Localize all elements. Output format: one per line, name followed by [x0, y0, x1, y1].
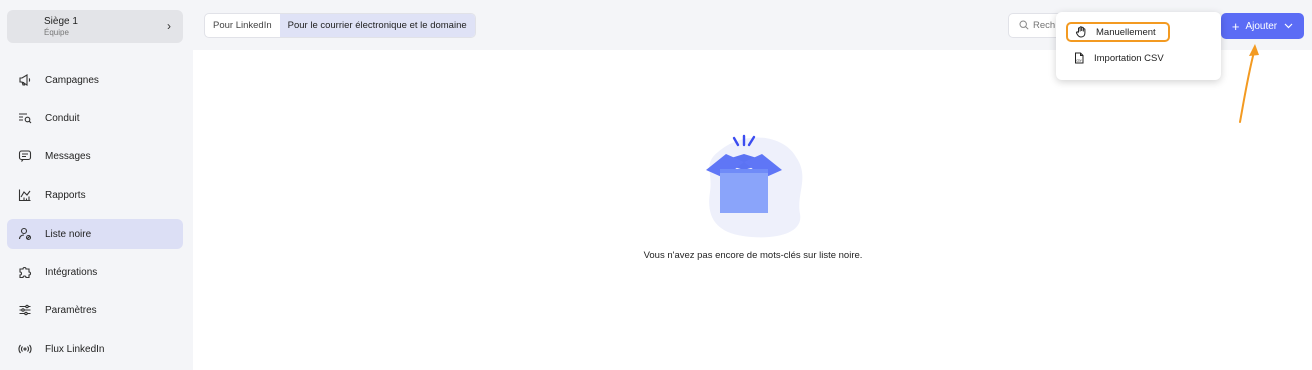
list-search-icon	[17, 110, 33, 126]
workspace-text: Siège 1 Équipe	[44, 16, 78, 38]
sidebar-item-flux-linkedin[interactable]: Flux LinkedIn	[7, 334, 183, 364]
tab-email-domain[interactable]: Pour le courrier électronique et le doma…	[279, 14, 475, 37]
empty-box-illustration	[698, 132, 808, 247]
sidebar-item-rapports[interactable]: Rapports	[7, 180, 183, 210]
message-icon	[17, 148, 33, 164]
tab-group: Pour LinkedIn Pour le courrier électroni…	[204, 13, 476, 38]
add-dropdown-menu: Manuellement csv Importation CSV	[1056, 12, 1221, 80]
csv-file-icon: csv	[1073, 52, 1085, 64]
sidebar-item-label: Flux LinkedIn	[45, 343, 105, 355]
menu-item-manuellement[interactable]: Manuellement	[1066, 22, 1170, 42]
add-button[interactable]: + Ajouter	[1221, 13, 1304, 39]
sidebar-item-label: Liste noire	[45, 228, 92, 240]
sidebar-item-integrations[interactable]: Intégrations	[7, 257, 183, 287]
user-block-icon	[17, 226, 33, 242]
menu-item-importation-csv[interactable]: csv Importation CSV	[1066, 48, 1216, 68]
content-panel: Vous n'avez pas encore de mots-clés sur …	[193, 50, 1312, 370]
menu-item-label: Manuellement	[1096, 26, 1156, 38]
broadcast-icon	[17, 341, 33, 357]
plus-icon: +	[1231, 18, 1240, 34]
sidebar-item-label: Conduit	[45, 112, 80, 124]
hand-icon	[1075, 26, 1087, 38]
puzzle-icon	[17, 264, 33, 280]
menu-item-label: Importation CSV	[1094, 52, 1164, 64]
chevron-right-icon: ›	[167, 19, 171, 33]
chevron-down-icon	[1284, 21, 1293, 31]
sidebar-item-conduit[interactable]: Conduit	[7, 103, 183, 133]
search-icon	[1019, 17, 1029, 35]
tab-linkedin[interactable]: Pour LinkedIn	[205, 14, 280, 37]
sidebar-item-liste-noire[interactable]: Liste noire	[7, 219, 183, 249]
sidebar-item-label: Campagnes	[45, 74, 99, 86]
sidebar-item-campagnes[interactable]: Campagnes	[7, 65, 183, 95]
empty-state-message: Vous n'avez pas encore de mots-clés sur …	[643, 250, 863, 261]
sidebar-item-label: Messages	[45, 150, 91, 162]
sidebar-item-parametres[interactable]: Paramètres	[7, 295, 183, 325]
annotation-arrow	[1230, 40, 1270, 135]
chart-icon	[17, 187, 33, 203]
megaphone-icon	[17, 72, 33, 88]
sidebar-item-label: Rapports	[45, 189, 86, 201]
add-button-label: Ajouter	[1245, 20, 1278, 32]
workspace-subtitle: Équipe	[44, 27, 69, 37]
sidebar: Siège 1 Équipe › Campagnes Conduit Messa…	[0, 0, 193, 370]
svg-text:csv: csv	[1076, 59, 1082, 63]
workspace-name: Siège 1	[44, 15, 78, 27]
sliders-icon	[17, 302, 33, 318]
sidebar-item-messages[interactable]: Messages	[7, 141, 183, 171]
sidebar-item-label: Paramètres	[45, 304, 97, 316]
sidebar-item-label: Intégrations	[45, 266, 98, 278]
workspace-switcher[interactable]: Siège 1 Équipe ›	[7, 10, 183, 43]
